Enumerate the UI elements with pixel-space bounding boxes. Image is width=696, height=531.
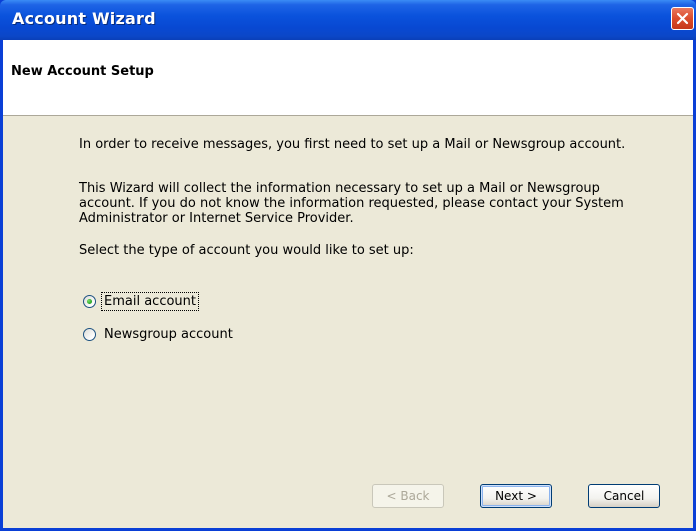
newsgroup-account-option[interactable]: Newsgroup account <box>83 325 235 343</box>
newsgroup-account-label[interactable]: Newsgroup account <box>102 326 235 343</box>
account-wizard-window: Account Wizard New Account Setup In orde… <box>0 0 696 531</box>
email-account-radio[interactable] <box>83 294 96 308</box>
next-button[interactable]: Next > <box>480 484 552 508</box>
back-button[interactable]: < Back <box>372 484 444 508</box>
email-account-option[interactable]: Email account <box>83 291 199 311</box>
page-title: New Account Setup <box>11 64 154 79</box>
cancel-button[interactable]: Cancel <box>588 484 660 508</box>
close-icon <box>676 12 689 25</box>
newsgroup-account-radio[interactable] <box>83 327 96 341</box>
email-account-label[interactable]: Email account <box>101 291 199 311</box>
info-paragraph: This Wizard will collect the information… <box>79 181 624 226</box>
dialog-client-area: New Account Setup In order to receive me… <box>3 40 693 528</box>
window-title: Account Wizard <box>12 9 156 28</box>
close-button[interactable] <box>671 7 694 30</box>
intro-paragraph: In order to receive messages, you first … <box>79 137 626 152</box>
account-type-prompt: Select the type of account you would lik… <box>79 243 414 258</box>
header-panel: New Account Setup <box>3 40 693 116</box>
radio-selected-dot <box>87 298 92 304</box>
title-bar[interactable]: Account Wizard <box>0 0 696 40</box>
